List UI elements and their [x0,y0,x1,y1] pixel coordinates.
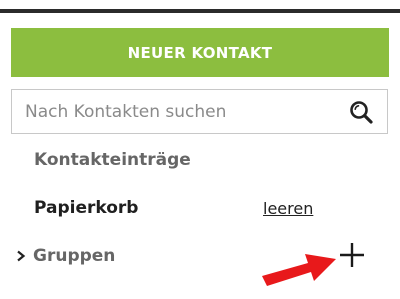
add-group-plus-icon[interactable] [336,239,368,271]
new-contact-button[interactable]: NEUER KONTAKT [11,28,389,77]
groups-label: Gruppen [33,246,116,266]
nav-item-groups[interactable]: Gruppen [16,246,115,266]
red-arrow-icon [262,254,336,286]
empty-trash-link[interactable]: leeren [263,199,313,218]
search-icon[interactable] [348,99,374,125]
nav-item-trash[interactable]: Papierkorb [34,198,138,218]
nav-item-contacts[interactable]: Kontakteinträge [34,150,191,170]
search-input[interactable] [12,90,332,133]
top-divider-bar [0,9,400,13]
chevron-right-icon[interactable] [16,250,26,262]
search-box [11,89,388,134]
